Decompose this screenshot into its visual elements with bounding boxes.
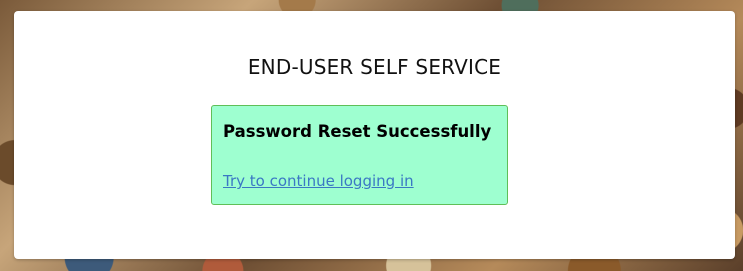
success-heading: Password Reset Successfully [223,122,492,141]
page-title: END-USER SELF SERVICE [247,55,502,79]
main-card: END-USER SELF SERVICE Password Reset Suc… [14,11,735,259]
success-notice: Password Reset Successfully Try to conti… [211,105,508,205]
continue-login-link[interactable]: Try to continue logging in [223,172,414,190]
